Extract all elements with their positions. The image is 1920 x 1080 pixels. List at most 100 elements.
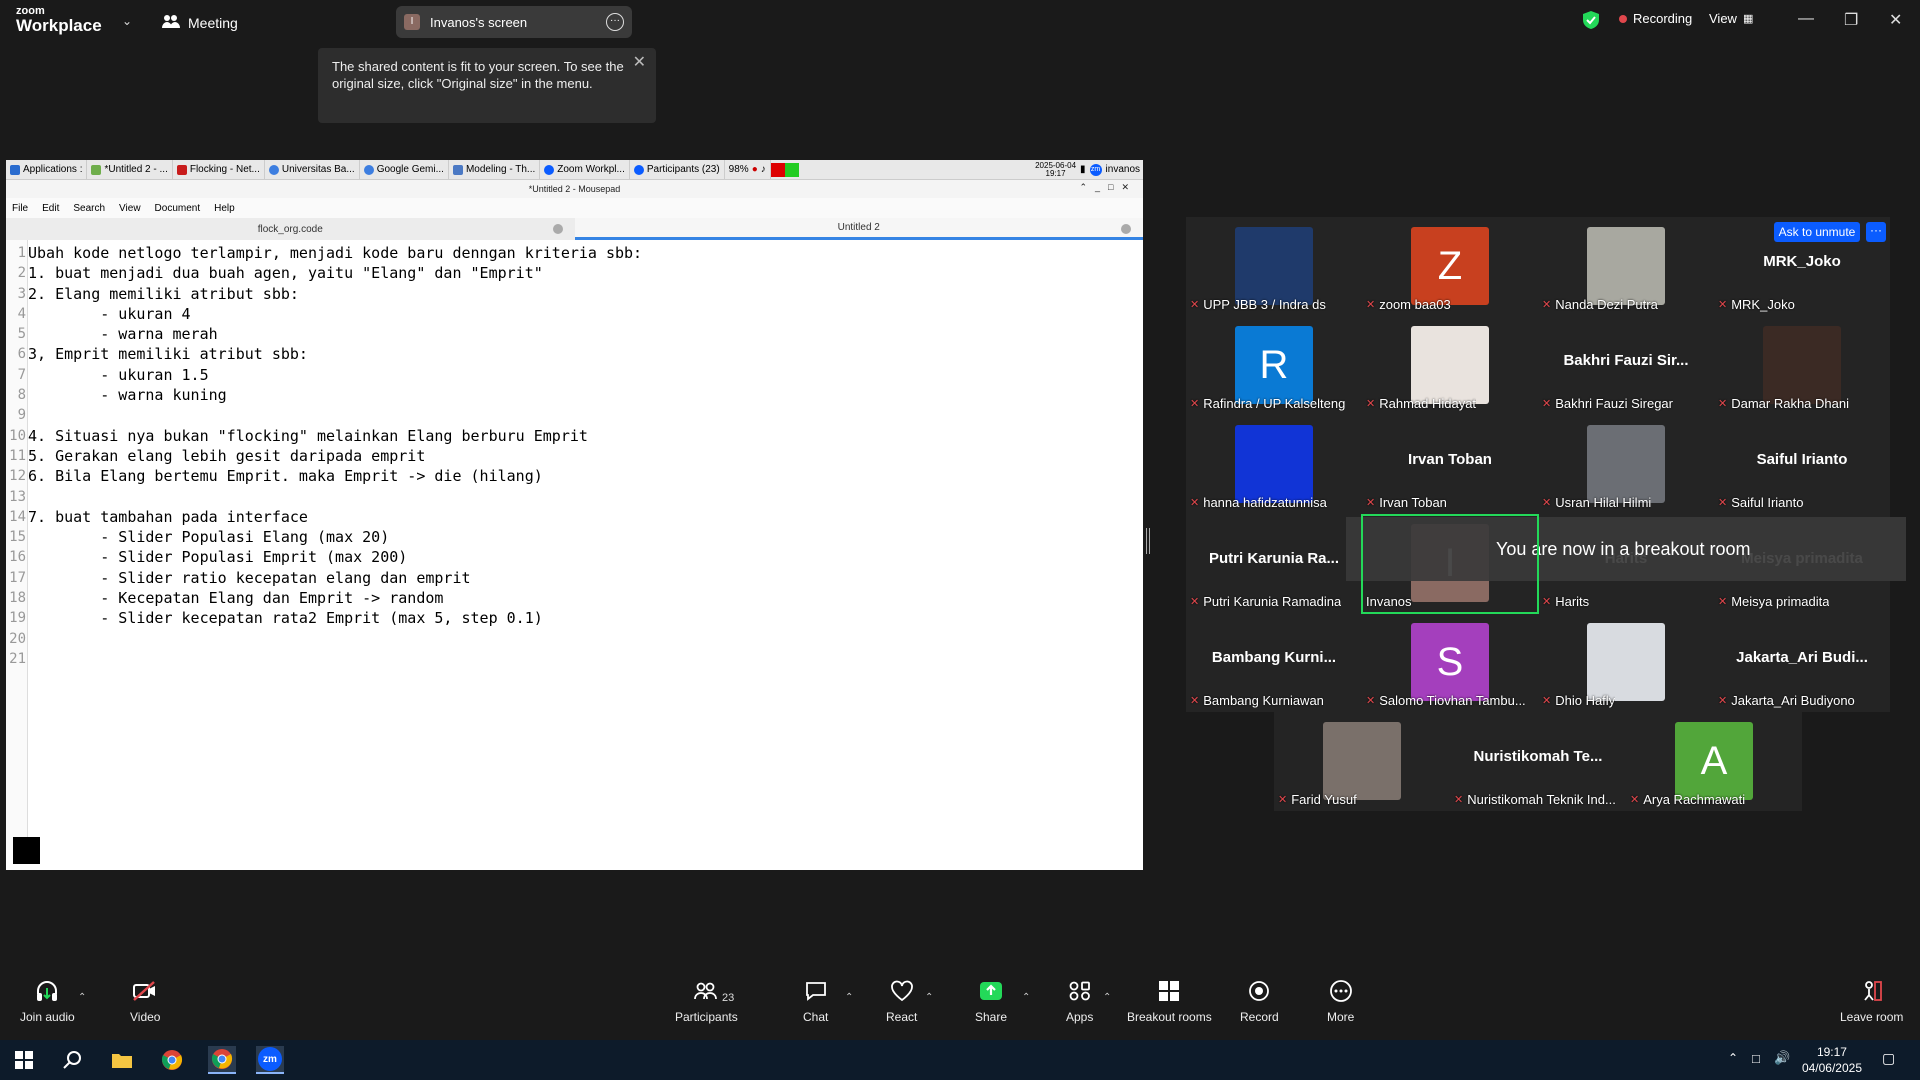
participant-tile[interactable]: R ✕ Rafindra / UP Kalselteng [1186,316,1362,415]
participant-tile[interactable]: Irvan Toban ✕ Irvan Toban [1362,415,1538,514]
remote-task[interactable]: Universitas Ba... [265,160,360,180]
view-button[interactable]: View ▦ [1709,11,1753,26]
participant-tile[interactable]: Saiful Irianto ✕ Saiful Irianto [1714,415,1890,514]
participant-name: Bambang Kurniawan [1203,693,1324,708]
menu-search[interactable]: Search [73,203,105,214]
join-audio-button[interactable]: Join audio [20,980,75,1024]
react-button[interactable]: React [886,980,917,1024]
chevron-up-icon[interactable]: ⌃ [1103,992,1111,1003]
participant-tile[interactable]: ✕ UPP JBB 3 / Indra ds [1186,217,1362,316]
tab-flock-org[interactable]: flock_org.code [6,218,575,240]
recording-indicator[interactable]: Recording [1619,11,1692,26]
meeting-menu[interactable]: Meeting [162,13,238,32]
remote-task[interactable]: Modeling - Th... [449,160,541,180]
remote-task[interactable]: Applications : [6,160,88,180]
tab-label: flock_org.code [257,223,323,235]
volume-icon[interactable]: 🔊 [1774,1050,1790,1066]
participant-name: Damar Rakha Dhani [1731,396,1849,411]
more-button[interactable]: More [1327,980,1354,1024]
notification-icon[interactable]: ▢ [1882,1050,1895,1067]
participant-name: Rahmad Hidayat [1379,396,1477,411]
participant-tile[interactable]: S ✕ Salomo Tiovhan Tambu... [1362,613,1538,712]
video-off-icon [132,980,158,1010]
participant-tile[interactable]: Z ✕ zoom baa03 [1362,217,1538,316]
windows-start-icon[interactable] [10,1046,38,1074]
gallery-more-button[interactable]: ··· [1866,222,1886,242]
file-explorer-icon[interactable] [108,1046,136,1074]
leave-room-button[interactable]: Leave room [1840,980,1903,1024]
participant-tile[interactable]: Bambang Kurni... ✕ Bambang Kurniawan [1186,613,1362,712]
security-shield[interactable] [1583,11,1599,32]
signal-icon: ▮ [1080,164,1086,175]
chevron-up-icon[interactable]: ⌃ [1022,992,1030,1003]
chevron-down-icon[interactable]: ⌄ [122,14,132,28]
participant-tile[interactable]: A ✕ Arya Rachmawati [1626,712,1802,811]
chrome-icon[interactable] [208,1046,236,1074]
participant-tile[interactable]: Jakarta_Ari Budi... ✕ Jakarta_Ari Budiyono [1714,613,1890,712]
apps-button[interactable]: Apps [1066,980,1093,1024]
zoom-icon[interactable]: zm [256,1046,284,1074]
more-options-icon[interactable]: ··· [606,13,624,31]
participant-tile[interactable]: ✕ Usran Hilal Hilmi [1538,415,1714,514]
participant-tile[interactable]: ✕ hanna hafidzatunnisa [1186,415,1362,514]
editor-line: 9 [6,405,1143,425]
chat-button[interactable]: Chat [803,980,828,1024]
participant-tile[interactable]: ✕ Farid Yusuf [1274,712,1450,811]
remote-task[interactable]: Google Gemi... [360,160,449,180]
window-controls[interactable]: ⌃_□✕ [1079,182,1137,193]
participant-tile[interactable]: ✕ Rahmad Hidayat [1362,316,1538,415]
split-handle[interactable] [1146,528,1150,554]
participant-tile[interactable]: Putri Karunia Ra... ✕ Putri Karunia Ramadi… [1186,514,1362,613]
remote-task[interactable]: *Untitled 2 - ... [87,160,173,180]
line-number: 2 [17,265,26,282]
close-tab-icon[interactable] [552,224,563,234]
muted-mic-icon: ✕ [1718,299,1728,311]
close-icon[interactable]: ✕ [1889,10,1902,30]
remote-task-label: Applications : [23,164,83,175]
chevron-up-icon[interactable]: ⌃ [1728,1051,1738,1065]
editor-line: 2 1. buat menjadi dua buah agen, yaitu "E… [6,263,1143,283]
share-button[interactable]: Share [975,980,1007,1024]
menu-view[interactable]: View [119,203,141,214]
remote-task[interactable]: Participants (23) [630,160,725,180]
cpu-graph [770,162,799,177]
shield-icon [1583,11,1599,32]
participant-tile[interactable]: ✕ Dhio Hafly [1538,613,1714,712]
shared-screen-pill[interactable]: I Invanos's screen ··· [396,6,632,38]
network-icon[interactable]: □ [1752,1051,1760,1066]
menu-document[interactable]: Document [155,203,201,214]
participant-caption: ✕ Rahmad Hidayat [1366,396,1476,411]
chevron-up-icon[interactable]: ⌃ [78,992,86,1003]
restore-icon[interactable]: ❐ [1844,10,1858,30]
close-tab-icon[interactable] [1121,224,1131,234]
chevron-up-icon[interactable]: ⌃ [925,992,933,1003]
close-icon[interactable]: ✕ [633,54,646,71]
breakout-rooms-button[interactable]: Breakout rooms [1127,980,1212,1024]
video-button[interactable]: Video [130,980,160,1024]
search-icon[interactable] [58,1046,86,1074]
system-clock[interactable]: 19:17 04/06/2025 [1802,1044,1862,1076]
remote-task-label: Modeling - Th... [465,164,536,175]
join-audio-label: Join audio [20,1010,75,1024]
minimize-icon[interactable]: — [1798,10,1814,28]
chevron-up-icon[interactable]: ⌃ [845,992,853,1003]
menu-file[interactable]: File [12,203,28,214]
chrome-icon[interactable] [158,1046,186,1074]
menu-help[interactable]: Help [214,203,235,214]
menu-edit[interactable]: Edit [42,203,59,214]
text-editor[interactable]: 1 Ubah kode netlogo terlampir, menjadi ko… [6,240,1143,850]
participant-tile[interactable]: ✕ Damar Rakha Dhani [1714,316,1890,415]
participant-tile[interactable]: ✕ Nanda Dezi Putra [1538,217,1714,316]
battery-indicator[interactable]: 98% ● ♪ [725,160,771,180]
shared-screen[interactable]: Applications : *Untitled 2 - ... Flockin… [6,160,1143,870]
ask-to-unmute-button[interactable]: Ask to unmute [1774,222,1860,242]
line-number: 11 [9,447,26,464]
record-button[interactable]: Record [1240,980,1279,1024]
participant-name: Saiful Irianto [1731,495,1804,510]
remote-task[interactable]: Flocking - Net... [173,160,265,180]
muted-mic-icon: ✕ [1718,596,1728,608]
participant-tile[interactable]: Nuristikomah Te... ✕ Nuristikomah Teknik I… [1450,712,1626,811]
participant-tile[interactable]: Bakhri Fauzi Sir... ✕ Bakhri Fauzi Siregar [1538,316,1714,415]
remote-task[interactable]: Zoom Workpl... [540,160,630,180]
tab-untitled-2[interactable]: Untitled 2 [574,218,1143,240]
